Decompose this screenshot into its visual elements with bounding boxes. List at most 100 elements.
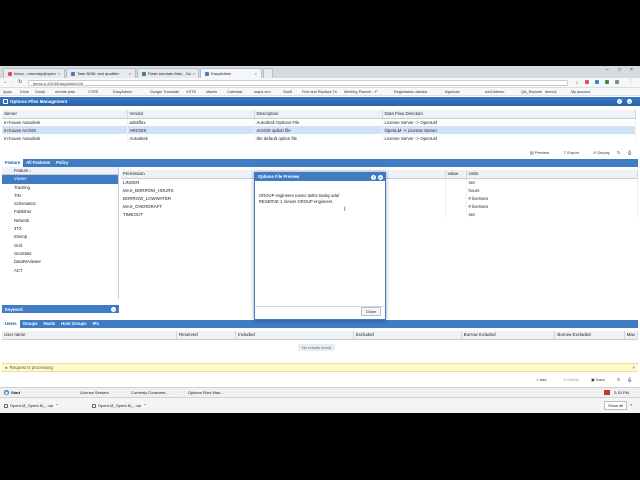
minimize-icon[interactable]: –	[606, 67, 609, 73]
column-header[interactable]: Description	[254, 110, 383, 119]
save-button[interactable]: ▣ Save	[591, 375, 605, 383]
bookmark-item[interactable]: VSTS	[186, 90, 196, 94]
new-tab-button[interactable]	[263, 68, 273, 78]
download-item[interactable]: OpenLM_OpenLM_...tar ⌃	[4, 403, 59, 408]
extension-icon[interactable]	[585, 80, 589, 84]
table-row[interactable]: In-house Autodesk Autodesk the default opt…	[2, 134, 636, 142]
feature-item[interactable]: TIN	[2, 192, 118, 200]
help-icon[interactable]: ?	[371, 174, 376, 180]
table-cell[interactable]	[445, 194, 467, 202]
feature-item[interactable]: DataReViewer	[2, 258, 118, 266]
close-button[interactable]: Close	[360, 307, 381, 316]
tab-hosts[interactable]: Hosts	[41, 320, 59, 328]
close-icon[interactable]: ×	[129, 71, 131, 76]
table-cell[interactable]	[445, 178, 467, 186]
help-icon[interactable]: ?	[617, 99, 622, 104]
print-icon[interactable]: ⎙	[628, 375, 631, 383]
column-header[interactable]: Server	[2, 110, 128, 119]
bookmark-item[interactable]: EasyAdmin	[113, 90, 132, 94]
tab-feature[interactable]: Feature	[2, 159, 24, 167]
feature-item[interactable]: ACT	[2, 267, 118, 275]
feature-item[interactable]: Viewer	[2, 175, 118, 184]
address-input[interactable]: demo.k.2019/EasyAdmin2/#	[28, 80, 568, 86]
star-icon[interactable]: ☆	[575, 80, 579, 85]
export-button[interactable]: ⇪ Export	[563, 148, 579, 156]
column-header[interactable]: Reserved	[176, 331, 237, 340]
bookmark-item[interactable]: Mantis	[206, 90, 217, 94]
bookmark-item[interactable]: Gmail	[35, 90, 45, 94]
column-header[interactable]: Units	[466, 170, 638, 179]
bookmark-item[interactable]: My account	[571, 90, 590, 94]
add-keyword-icon[interactable]: +	[111, 306, 116, 312]
close-icon[interactable]: ×	[378, 174, 383, 180]
bookmark-item[interactable]: Calendar	[227, 90, 242, 94]
feature-item[interactable]: Publisher	[2, 208, 118, 216]
tab-ips[interactable]: IPs	[90, 320, 102, 328]
close-download-bar-icon[interactable]: ×	[630, 402, 632, 407]
column-header[interactable]: Borrow Included	[461, 331, 556, 340]
browser-tab[interactable]: Task 8036: test qualifier ×	[66, 68, 136, 78]
table-row[interactable]: In-house ArcGIS ARCGIS ArcGIS option file O…	[2, 126, 636, 134]
deploy-button[interactable]: ⇗ Deploy	[593, 148, 610, 156]
bookmark-item[interactable]: demo4	[545, 90, 557, 94]
tab-host-groups[interactable]: Host Groups	[58, 320, 89, 328]
column-header[interactable]: Data Flow Direction	[382, 110, 636, 119]
feature-item[interactable]: Tracking	[2, 184, 118, 192]
close-panel-icon[interactable]: ×	[627, 99, 632, 104]
show-all-button[interactable]: Show all	[604, 401, 628, 410]
feature-item[interactable]: 3TX	[2, 225, 118, 233]
refresh-icon[interactable]: ↻	[617, 375, 620, 383]
table-cell[interactable]	[445, 210, 467, 218]
bookmark-item[interactable]: Registration databa	[394, 90, 427, 94]
bookmark-item[interactable]: Meeting Planner - F	[344, 90, 377, 94]
tab-policy[interactable]: Policy	[53, 159, 71, 167]
table-cell[interactable]	[445, 202, 467, 210]
bookmark-item[interactable]: Find and Replace To	[302, 90, 337, 94]
bookmark-item[interactable]: win10demo	[485, 90, 504, 94]
tab-users[interactable]: Users	[2, 320, 20, 328]
print-icon[interactable]: ⎙	[628, 148, 631, 156]
taskbar-item[interactable]: Currently Consume...	[131, 390, 169, 395]
menu-icon[interactable]: ⋮	[628, 79, 633, 85]
bookmark-item[interactable]: remote pets	[55, 90, 75, 94]
table-row[interactable]: In-house Autodesk adskflex Autodesk Option…	[2, 118, 636, 126]
column-header[interactable]: Included	[235, 331, 354, 340]
preview-button[interactable]: ▤ Preview	[530, 148, 549, 156]
taskbar-item[interactable]: License Servers	[80, 390, 109, 395]
taskbar-item[interactable]: Options Files Man...	[188, 390, 224, 395]
column-header[interactable]: Vendor	[127, 110, 255, 119]
close-icon[interactable]: ×	[193, 71, 195, 76]
refresh-icon[interactable]: ↻	[617, 148, 620, 156]
browser-tab[interactable]: Inbox - rmunday@open ×	[3, 68, 65, 78]
feature-item[interactable]: Grid	[2, 242, 118, 250]
maximize-icon[interactable]: □	[618, 67, 621, 73]
column-header[interactable]: User name	[2, 331, 177, 340]
feature-item[interactable]: Interop	[2, 233, 118, 241]
add-button[interactable]: + Add	[536, 375, 546, 383]
column-header[interactable]: Excluded	[353, 331, 462, 340]
column-header[interactable]: Borrow Excluded	[554, 331, 625, 340]
bookmark-item[interactable]: CTRS	[88, 90, 98, 94]
column-header[interactable]: Value	[445, 170, 467, 179]
bookmark-item[interactable]: Google Translate	[150, 90, 179, 94]
bookmark-item[interactable]: bigomab	[445, 90, 460, 94]
feature-item[interactable]: Schematics	[2, 200, 118, 208]
bookmark-item[interactable]: maps.crm	[254, 90, 271, 94]
back-icon[interactable]: ←	[3, 79, 8, 85]
feature-item[interactable]: GeoStats	[2, 250, 118, 258]
delete-button[interactable]: ✕ Delete	[563, 375, 579, 383]
extension-icon[interactable]	[595, 80, 599, 84]
table-cell[interactable]	[445, 186, 467, 194]
forward-icon[interactable]: →	[10, 79, 15, 85]
bookmark-item[interactable]: SaaS	[283, 90, 292, 94]
close-icon[interactable]: ×	[58, 71, 60, 76]
extension-icon[interactable]	[605, 80, 609, 84]
tab-groups[interactable]: Groups	[20, 320, 41, 328]
download-item[interactable]: OpenLM_OpenLM_...tar ⌃	[92, 403, 147, 408]
tab-all-features[interactable]: All Features	[23, 159, 53, 167]
close-icon[interactable]: ×	[255, 71, 257, 76]
feature-item[interactable]: Network	[2, 217, 118, 225]
extension-icon[interactable]	[615, 80, 619, 84]
bookmark-item[interactable]: Apps	[3, 90, 12, 94]
browser-tab[interactable]: Flash tutorials links - Go ×	[137, 68, 199, 78]
